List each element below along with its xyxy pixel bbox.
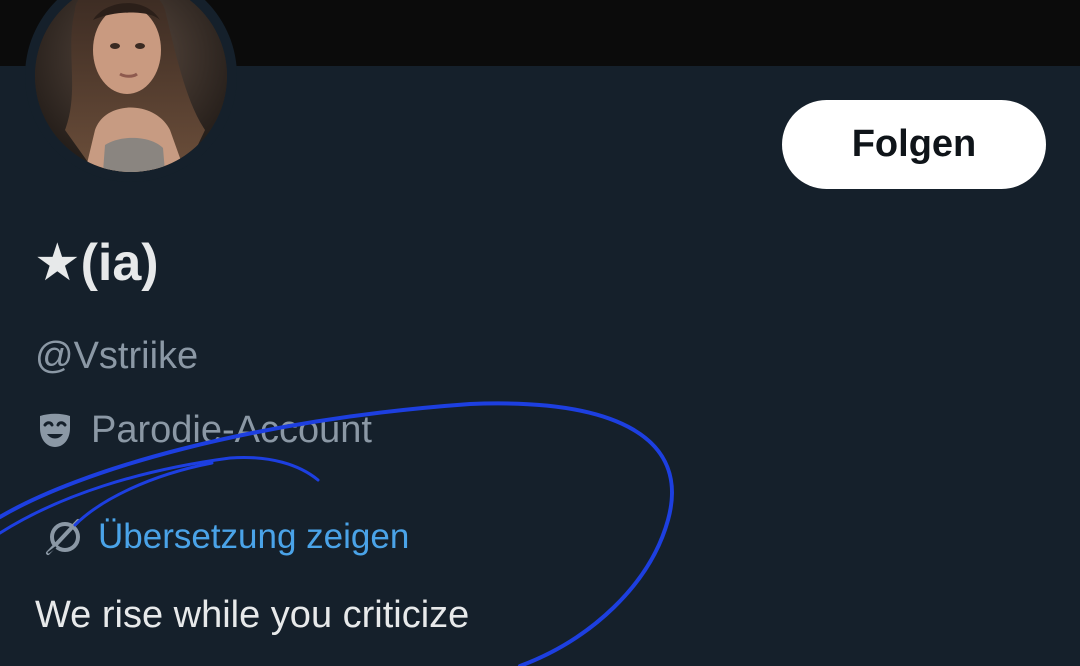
parody-account-label: Parodie-Account bbox=[35, 406, 372, 454]
theater-mask-icon bbox=[35, 410, 75, 450]
display-name: ★(ia) bbox=[34, 234, 159, 292]
translate-icon bbox=[44, 517, 84, 557]
user-handle: @Vstriike bbox=[35, 335, 199, 377]
show-translation-text[interactable]: Übersetzung zeigen bbox=[98, 514, 409, 560]
show-translation-link[interactable]: Übersetzung zeigen bbox=[44, 514, 409, 560]
profile-bio: We rise while you criticize bbox=[35, 594, 470, 636]
follow-button[interactable]: Folgen bbox=[782, 100, 1046, 189]
parody-account-text: Parodie-Account bbox=[91, 409, 372, 451]
